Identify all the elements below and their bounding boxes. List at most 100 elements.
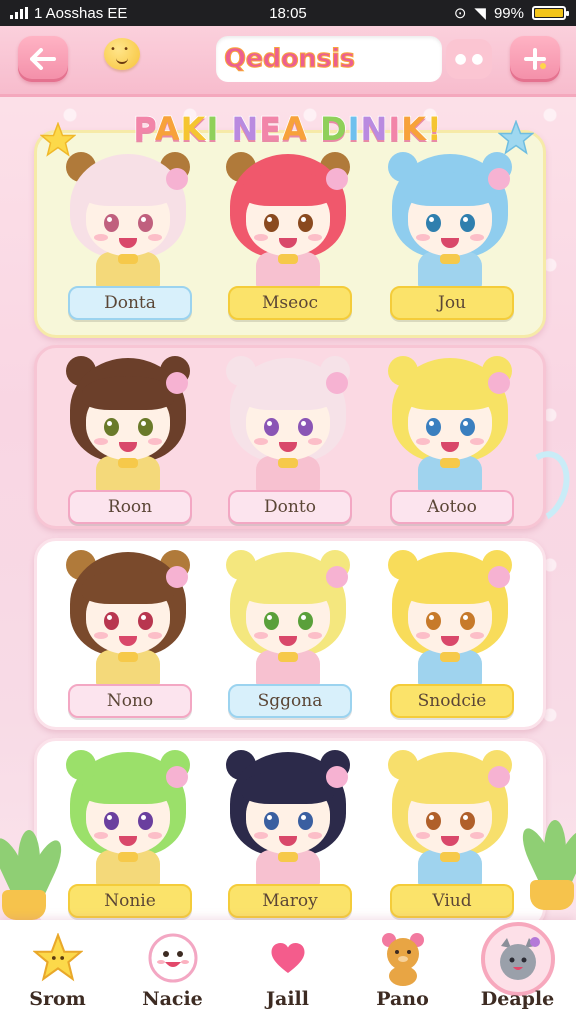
bow-icon xyxy=(440,652,460,662)
character-card[interactable]: Viud xyxy=(370,744,530,918)
search-field[interactable]: Qedonsis xyxy=(216,36,442,82)
arrow-left-icon xyxy=(30,48,56,70)
back-button[interactable] xyxy=(18,36,68,82)
character-eye xyxy=(138,812,153,830)
bow-icon xyxy=(278,652,298,662)
character-bangs xyxy=(404,172,496,206)
character-card[interactable]: Aotoo xyxy=(370,350,530,524)
star-icon xyxy=(30,930,86,986)
character-card[interactable]: Maroy xyxy=(208,744,368,918)
character-eye xyxy=(104,214,119,232)
blush xyxy=(470,234,484,241)
bow-icon xyxy=(118,254,138,264)
character-card[interactable]: Nono xyxy=(48,544,208,718)
character-card[interactable]: Nonie xyxy=(48,744,208,918)
blush xyxy=(148,438,162,445)
blush xyxy=(308,234,322,241)
blush xyxy=(254,234,268,241)
smile-face-icon xyxy=(145,930,201,986)
blush xyxy=(254,632,268,639)
plant-decoration xyxy=(0,830,68,920)
blush xyxy=(470,832,484,839)
hair-flower-icon xyxy=(488,766,510,788)
blush xyxy=(254,438,268,445)
character-card[interactable]: Roon xyxy=(48,350,208,524)
character-card[interactable]: Donta xyxy=(48,146,208,320)
wifi-icon: ◥ xyxy=(474,5,486,22)
character-eye xyxy=(426,612,441,630)
hair-flower-icon xyxy=(488,566,510,588)
character-bangs xyxy=(404,570,496,604)
hair-flower-icon xyxy=(166,372,188,394)
character-eye xyxy=(298,812,313,830)
edit-button[interactable] xyxy=(510,36,560,82)
character-name-label: Donta xyxy=(68,286,192,320)
character-card[interactable]: Mseoc xyxy=(208,146,368,320)
character-eye xyxy=(460,612,475,630)
blush xyxy=(470,438,484,445)
character-eye xyxy=(104,612,119,630)
character-bangs xyxy=(242,570,334,604)
bow-icon xyxy=(118,852,138,862)
nav-label: Pano xyxy=(376,988,429,1010)
nav-label: Nacie xyxy=(142,988,203,1010)
nav-item-pano[interactable]: Pano xyxy=(345,920,460,1024)
character-bangs xyxy=(242,376,334,410)
character-card[interactable]: Donto xyxy=(208,350,368,524)
character-eye xyxy=(264,812,279,830)
hair-flower-icon xyxy=(488,168,510,190)
plant-decoration xyxy=(516,820,576,910)
status-bar: 1 Aosshas EE 18:05 ⊙ ◥ 99% xyxy=(0,0,576,26)
nav-item-srom[interactable]: Srom xyxy=(0,920,115,1024)
nav-item-nacie[interactable]: Nacie xyxy=(115,920,230,1024)
battery-text: 99% xyxy=(493,4,524,22)
character-eye xyxy=(426,214,441,232)
character-eye xyxy=(426,418,441,436)
smiley-chick-icon[interactable] xyxy=(104,38,140,70)
character-name-label: Sggona xyxy=(228,684,352,718)
character-card[interactable]: Snodcie xyxy=(370,544,530,718)
hair-flower-icon xyxy=(166,168,188,190)
bow-icon xyxy=(278,458,298,468)
blush xyxy=(148,632,162,639)
character-name-label: Maroy xyxy=(228,884,352,918)
battery-icon xyxy=(532,6,569,20)
character-bangs xyxy=(82,770,174,804)
heart-icon xyxy=(260,930,316,986)
character-eye xyxy=(138,214,153,232)
character-eye xyxy=(460,214,475,232)
bottom-nav: Srom Nacie Jaill Pano Deaple xyxy=(0,920,576,1024)
character-eye xyxy=(104,812,119,830)
character-name-label: Nono xyxy=(68,684,192,718)
blush xyxy=(416,234,430,241)
character-bangs xyxy=(404,376,496,410)
character-eye xyxy=(138,418,153,436)
blush xyxy=(416,438,430,445)
nav-item-deaple[interactable]: Deaple xyxy=(460,920,575,1024)
blush xyxy=(470,632,484,639)
nav-item-jaill[interactable]: Jaill xyxy=(230,920,345,1024)
hair-flower-icon xyxy=(326,372,348,394)
character-bangs xyxy=(82,376,174,410)
bow-icon xyxy=(118,652,138,662)
character-eye xyxy=(264,612,279,630)
bow-icon xyxy=(440,458,460,468)
blush xyxy=(94,438,108,445)
blush xyxy=(148,234,162,241)
nav-label: Srom xyxy=(29,988,86,1010)
bow-icon xyxy=(278,852,298,862)
blush xyxy=(148,832,162,839)
banner-title: PAKI NEA DINIK! xyxy=(133,109,443,149)
character-card[interactable]: Sggona xyxy=(208,544,368,718)
blush xyxy=(94,632,108,639)
character-eye xyxy=(138,612,153,630)
blush xyxy=(308,632,322,639)
character-eye xyxy=(460,812,475,830)
hair-flower-icon xyxy=(326,766,348,788)
character-eye xyxy=(264,418,279,436)
character-card[interactable]: Jou xyxy=(370,146,530,320)
search-text: Qedonsis xyxy=(224,44,356,75)
character-eye xyxy=(298,214,313,232)
character-eye xyxy=(460,418,475,436)
filter-button[interactable]: ● ● xyxy=(446,39,492,79)
